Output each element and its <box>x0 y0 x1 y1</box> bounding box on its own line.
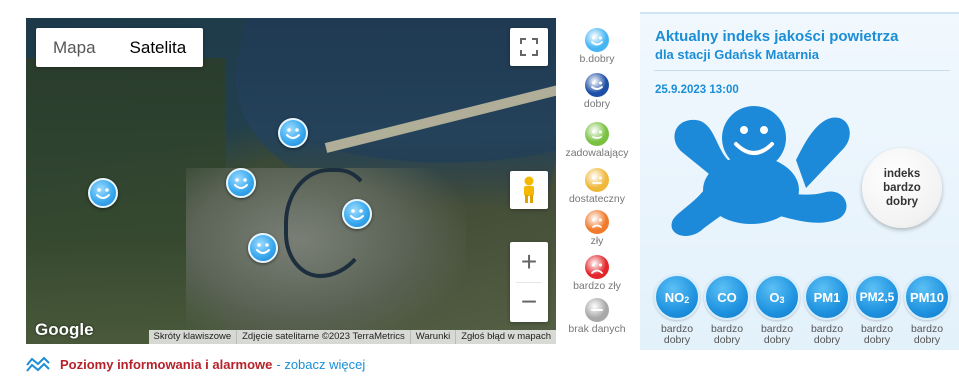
pollutant-status: bardzo dobry <box>804 324 850 346</box>
legend-label: bardzo zły <box>573 280 621 292</box>
pollutant-badge: PM2,5 <box>854 274 900 320</box>
legend-item-brak-danych: brak danych <box>556 298 638 335</box>
station-marker-smiley-icon[interactable] <box>342 199 372 229</box>
pollutant-name: PM10 <box>910 289 944 305</box>
index-text-line: bardzo <box>883 182 921 194</box>
legend-label: dobry <box>583 98 611 110</box>
pollutant-name: O <box>769 289 780 305</box>
keyboard-shortcuts-link[interactable]: Skróty klawiszowe <box>149 330 237 344</box>
sad-face-icon <box>585 210 609 234</box>
pollutant-name: CO <box>717 289 737 305</box>
map-attribution: Skróty klawiszowe Zdjęcie satelitarne ©2… <box>148 330 556 344</box>
street-view-button[interactable] <box>510 171 548 209</box>
legend-label: zły <box>590 235 604 247</box>
legend-item-b-dobry: b.dobry <box>556 28 638 65</box>
zoom-in-button[interactable]: + <box>510 242 548 282</box>
status-line: dobry <box>913 334 941 346</box>
legend-item-zly: zły <box>556 210 638 247</box>
pollutant-subscript: 3 <box>779 295 785 305</box>
pollutant-badge: NO 2 <box>654 274 700 320</box>
alert-levels-row: Poziomy informowania i alarmowe - zobacz… <box>26 356 365 372</box>
zoom-out-button[interactable]: − <box>510 282 548 322</box>
legend-label: b.dobry <box>579 53 615 65</box>
index-legend: b.dobry dobry zadowalający dostateczny z… <box>556 18 638 344</box>
alert-levels-title[interactable]: Poziomy informowania i alarmowe <box>60 357 272 372</box>
report-error-link[interactable]: Zgłoś błąd w mapach <box>455 330 556 344</box>
pollutant-name: PM2,5 <box>859 290 895 304</box>
pollutant-name: NO <box>664 289 685 305</box>
panel-divider <box>654 70 950 71</box>
pollutant-no2[interactable]: NO 2 bardzo dobry <box>654 274 700 346</box>
pollutant-o3[interactable]: O3 bardzo dobry <box>754 274 800 346</box>
neutral-face-icon <box>585 168 609 192</box>
legend-label: brak danych <box>568 323 626 335</box>
see-more-link[interactable]: - zobacz więcej <box>276 357 365 372</box>
status-line: dobry <box>663 334 691 346</box>
map-type-control: Mapa Satelita <box>36 28 204 67</box>
current-index-panel: Aktualny indeks jakości powietrza dla st… <box>640 12 959 350</box>
pollutant-status: bardzo dobry <box>654 324 700 346</box>
status-line: dobry <box>763 334 791 346</box>
pollutant-status: bardzo dobry <box>854 324 900 346</box>
pollutant-co[interactable]: CO bardzo dobry <box>704 274 750 346</box>
pollutant-badge: O3 <box>754 274 800 320</box>
air-quality-widget: Mapa Satelita + − Google Skróty klawiszo… <box>0 0 959 376</box>
map-type-mapa-button[interactable]: Mapa <box>36 28 113 67</box>
map-type-satelita-button[interactable]: Satelita <box>113 28 204 67</box>
station-marker-smiley-icon[interactable] <box>88 178 118 208</box>
pollutant-badge: PM1 <box>804 274 850 320</box>
legend-item-bardzo-zly: bardzo zły <box>556 255 638 292</box>
pollutant-badge: CO <box>704 274 750 320</box>
air-quality-mascot-icon <box>671 106 850 236</box>
index-speech-bubble: indeks bardzo dobry <box>862 148 942 228</box>
station-marker-smiley-icon[interactable] <box>248 233 278 263</box>
legend-item-dostateczny: dostateczny <box>556 168 638 205</box>
pollutant-status: bardzo dobry <box>704 324 750 346</box>
satellite-map[interactable]: Mapa Satelita + − Google Skróty klawiszo… <box>26 18 556 344</box>
google-logo: Google <box>35 320 94 339</box>
pollutant-status: bardzo dobry <box>904 324 950 346</box>
pollutant-badge: PM10 <box>904 274 950 320</box>
pollutant-subscript: 2 <box>684 295 690 305</box>
pollutant-status: bardzo dobry <box>754 324 800 346</box>
slight-smile-icon <box>585 122 609 146</box>
pollutant-pm10[interactable]: PM10 bardzo dobry <box>904 274 950 346</box>
smiley-icon <box>585 73 609 97</box>
index-text-line: indeks <box>883 168 921 180</box>
pollutant-pm1[interactable]: PM1 bardzo dobry <box>804 274 850 346</box>
station-marker-smiley-icon[interactable] <box>226 168 256 198</box>
pollutant-pm25[interactable]: PM2,5 bardzo dobry <box>854 274 900 346</box>
zoom-control: + − <box>510 242 548 322</box>
station-marker-smiley-icon[interactable] <box>278 118 308 148</box>
no-data-face-icon <box>585 298 609 322</box>
very-sad-face-icon <box>585 255 609 279</box>
terms-link[interactable]: Warunki <box>409 330 456 344</box>
status-line: dobry <box>813 334 841 346</box>
pollutant-name: PM1 <box>813 289 841 305</box>
imagery-credit: Zdjęcie satelitarne ©2023 TerraMetrics <box>236 330 410 344</box>
legend-item-dobry: dobry <box>556 73 638 110</box>
legend-item-zadowalajacy: zadowalający <box>556 122 638 159</box>
legend-label: zadowalający <box>565 147 629 159</box>
alert-levels-icon <box>26 356 50 372</box>
status-line: dobry <box>713 334 741 346</box>
index-text-line: dobry <box>886 196 918 208</box>
legend-label: dostateczny <box>568 193 626 205</box>
status-line: dobry <box>863 334 891 346</box>
fullscreen-icon <box>520 38 538 56</box>
measurement-date: 25.9.2023 13:00 <box>655 84 739 96</box>
pegman-icon <box>524 176 534 203</box>
smiley-icon <box>585 28 609 52</box>
panel-title: Aktualny indeks jakości powietrza <box>655 28 899 45</box>
station-name: dla stacji Gdańsk Matarnia <box>655 47 820 62</box>
fullscreen-button[interactable] <box>510 28 548 66</box>
